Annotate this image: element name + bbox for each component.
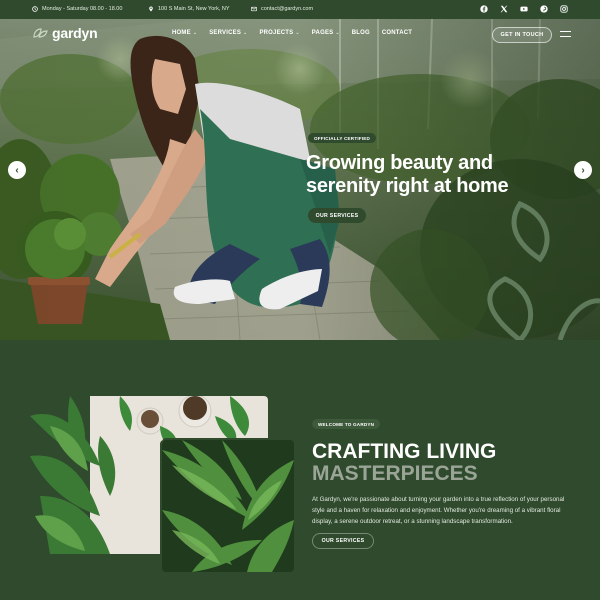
x-icon[interactable] <box>500 5 508 13</box>
leafy-plant-image <box>162 440 294 572</box>
hamburger-menu-icon[interactable] <box>560 31 571 38</box>
address-info: 100 S Main St, New York, NY <box>148 6 230 12</box>
location-pin-icon <box>149 6 153 12</box>
nav-item-services[interactable]: SERVICES ⌄ <box>209 30 247 36</box>
chevron-down-icon: ⌄ <box>243 30 248 36</box>
nav-item-pages[interactable]: PAGES ⌄ <box>312 30 340 36</box>
nav-item-home[interactable]: HOME ⌄ <box>172 30 197 36</box>
chevron-down-icon: ⌄ <box>295 30 300 36</box>
facebook-icon[interactable] <box>480 5 488 13</box>
nav-item-projects[interactable]: PROJECTS ⌄ <box>259 30 299 36</box>
top-info-bar: Monday - Saturday 08.00 - 18.00 100 S Ma… <box>0 0 600 19</box>
clock-icon <box>32 6 38 12</box>
address-text: 100 S Main St, New York, NY <box>158 6 230 12</box>
leaf-logo-icon <box>33 28 48 38</box>
certified-badge: OFFICIALLY CERTIFIED <box>308 133 377 143</box>
nav-label: PAGES <box>311 30 334 36</box>
chevron-down-icon: ⌄ <box>192 30 198 36</box>
about-our-services-button[interactable]: OUR SERVICES <box>312 533 374 549</box>
social-links <box>480 5 568 13</box>
logo[interactable]: gardyn <box>32 25 98 41</box>
nav-label: CONTACT <box>381 30 413 36</box>
hours-text: Monday - Saturday 08.00 - 18.00 <box>42 6 123 12</box>
youtube-icon[interactable] <box>520 5 528 13</box>
chevron-down-icon: ⌄ <box>335 30 340 36</box>
about-description: At Gardyn, we're passionate about turnin… <box>312 496 565 525</box>
instagram-icon[interactable] <box>560 5 568 13</box>
prev-slide-button[interactable]: ‹ <box>8 161 26 179</box>
about-title-line2: MASTERPIECES <box>312 462 478 485</box>
email-text[interactable]: contact@gardyn.com <box>261 6 313 12</box>
pinterest-icon[interactable] <box>540 5 548 13</box>
nav-item-contact[interactable]: CONTACT <box>382 30 412 36</box>
hours-info: Monday - Saturday 08.00 - 18.00 <box>32 6 122 12</box>
nav-label: PROJECTS <box>259 30 294 36</box>
nav-menu: HOME ⌄ SERVICES ⌄ PROJECTS ⌄ PAGES ⌄ BLOG CO… <box>172 30 412 36</box>
hero-title: Growing beauty and serenity right at hom… <box>306 152 509 197</box>
logo-text: gardyn <box>52 25 98 41</box>
main-navigation: gardyn HOME ⌄ SERVICES ⌄ PROJECTS ⌄ PAGES ⌄ … <box>0 19 600 49</box>
about-title-line1: CRAFTING LIVING <box>312 440 497 463</box>
nav-label: HOME <box>172 30 191 36</box>
next-slide-button[interactable]: › <box>574 161 592 179</box>
hero-our-services-button[interactable]: OUR SERVICES <box>308 208 366 223</box>
welcome-badge: WELCOME TO GARDYN <box>312 419 381 429</box>
get-in-touch-button[interactable]: GET IN TOUCH <box>492 27 552 43</box>
nav-label: SERVICES <box>209 30 242 36</box>
nav-item-blog[interactable]: BLOG <box>352 30 370 36</box>
mail-icon <box>251 6 257 12</box>
email-info[interactable]: contact@gardyn.com <box>251 6 313 12</box>
nav-label: BLOG <box>351 30 370 36</box>
